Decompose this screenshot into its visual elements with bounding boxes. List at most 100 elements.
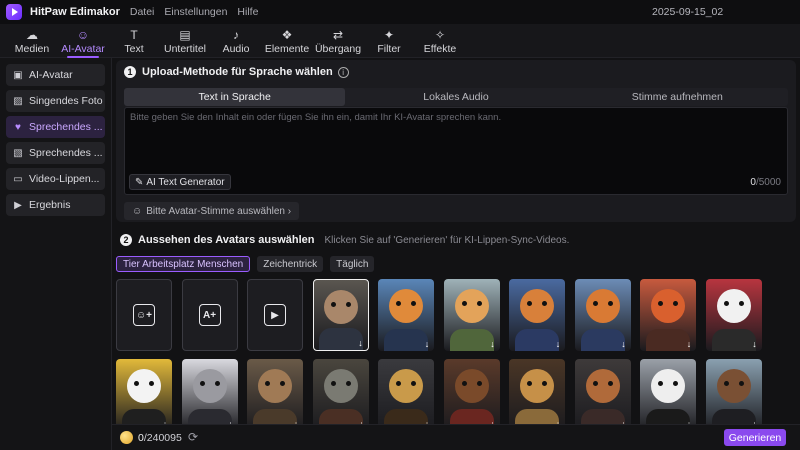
panda-yellow-avatar[interactable]: ↓ xyxy=(116,359,172,424)
select-voice-button[interactable]: ☺ Bitte Avatar-Stimme auswählen › xyxy=(124,202,300,220)
avatar-eyes xyxy=(461,381,482,386)
toolbar-tab-media[interactable]: ☁ Medien xyxy=(8,24,56,58)
sidebar-item-avatar[interactable]: ▣ AI-Avatar xyxy=(6,64,105,86)
ai-image-icon: A+ xyxy=(198,304,221,326)
bear-avatar[interactable]: ↓ xyxy=(443,359,500,424)
avatar-eyes xyxy=(330,381,351,386)
avatar-face xyxy=(454,289,489,323)
speech-text-box: ✎ AI Text Generator 0/5000 xyxy=(124,107,788,195)
download-icon[interactable]: ↓ xyxy=(356,338,366,348)
filter-chip[interactable]: Tier Arbeitsplatz Menschen xyxy=(116,256,251,272)
voice-icon: ☺ xyxy=(132,205,143,217)
upload-tile-ai-image[interactable]: A+ xyxy=(181,279,238,351)
sidebar-item-lipsync[interactable]: ▭ Video-Lippen... xyxy=(6,168,105,190)
avatar-face xyxy=(716,369,751,403)
sidebar-item-label: Ergebnis xyxy=(29,199,71,211)
toolbar-tab-label: Elemente xyxy=(264,42,310,55)
avatar-face xyxy=(389,289,423,323)
download-icon[interactable]: ↓ xyxy=(422,339,432,349)
toolbar-tab-label: Filter xyxy=(377,42,401,55)
speech-text-input[interactable] xyxy=(125,108,787,170)
download-icon[interactable]: ↓ xyxy=(488,339,498,349)
sidebar-item-talking[interactable]: ♥ Sprechendes ... xyxy=(6,116,105,138)
fox-avatar[interactable]: ↓ xyxy=(509,279,565,351)
upload-tile-video-avatar[interactable]: ▶ xyxy=(247,279,303,351)
avatar-eyes xyxy=(658,381,678,386)
filter-chip[interactable]: Zeichentrick xyxy=(257,256,324,272)
toolbar-tab-filter[interactable]: ✦ Filter xyxy=(365,24,413,58)
download-icon[interactable]: ↓ xyxy=(684,339,694,349)
video-avatar-icon: ▶ xyxy=(264,304,286,326)
character-counter: 0/5000 xyxy=(750,177,781,188)
magic-wand-icon: ✎ xyxy=(135,176,144,188)
avatar-face xyxy=(323,369,358,403)
menu-hilfe[interactable]: Hilfe xyxy=(237,6,258,18)
ginger-cat-avatar[interactable]: ↓ xyxy=(443,279,500,351)
toolbar-tab-label: Audio xyxy=(222,42,250,55)
avatar-face xyxy=(127,369,161,403)
elements-icon: ❖ xyxy=(281,27,293,42)
avatar-title: Aussehen des Avatars auswählen xyxy=(138,234,315,246)
raccoon-avatar[interactable]: ↓ xyxy=(181,359,238,424)
sidebar-item-photo[interactable]: ▨ Singendes Foto xyxy=(6,90,105,112)
toolbar-tab-label: AI-Avatar xyxy=(61,42,105,55)
avatar-eyes xyxy=(330,302,351,307)
orange-cat-avatar[interactable]: ↓ xyxy=(378,279,434,351)
avatar-eyes xyxy=(723,381,744,386)
step-number-2: 2 xyxy=(120,234,132,246)
fox-office-avatar[interactable]: ↓ xyxy=(574,279,631,351)
generate-button[interactable]: Generieren xyxy=(724,429,786,446)
toolbar-tab-text[interactable]: T Text xyxy=(110,24,158,58)
avatar-eyes xyxy=(396,381,416,386)
toolbar-tab-effects[interactable]: ✧ Effekte xyxy=(416,24,464,58)
wolf-avatar[interactable]: ↓ xyxy=(312,359,369,424)
avatar-eyes xyxy=(527,381,547,386)
toolbar-tab-label: Übergang xyxy=(314,42,362,55)
avatar-face xyxy=(585,289,620,323)
filter-icon: ✦ xyxy=(383,27,395,42)
ai-text-generator-button[interactable]: ✎ AI Text Generator xyxy=(129,174,231,190)
sunglasses-panda-avatar[interactable]: ↓ xyxy=(640,359,696,424)
toolbar-tab-transition[interactable]: ⇄ Übergang xyxy=(314,24,362,58)
red-fox-avatar[interactable]: ↓ xyxy=(640,279,696,351)
menu-einstellungen[interactable]: Einstellungen xyxy=(164,6,227,18)
toolbar-tab-ai-avatar[interactable]: ☺ AI-Avatar xyxy=(59,24,107,58)
menu-datei[interactable]: Datei xyxy=(130,6,155,18)
ai-avatar-icon: ☺ xyxy=(76,27,90,42)
upload-tile-portrait-upload[interactable]: ☺+ xyxy=(116,279,172,351)
upload-section-title: 1 Upload-Methode für Sprache wählen i xyxy=(124,66,349,78)
refresh-icon[interactable]: ⟳ xyxy=(188,430,198,444)
filter-chip[interactable]: Täglich xyxy=(330,256,375,272)
talking-icon: ♥ xyxy=(15,121,21,133)
select-voice-label: Bitte Avatar-Stimme auswählen › xyxy=(146,205,292,217)
avatar-eyes xyxy=(396,301,416,306)
download-icon[interactable]: ↓ xyxy=(553,339,563,349)
avatar-eyes xyxy=(134,381,154,386)
sidebar-item-result[interactable]: ▶ Ergebnis xyxy=(6,194,105,216)
avatar-face xyxy=(520,289,554,323)
toolbar-tab-subtitle[interactable]: ▤ Untertitel xyxy=(161,24,209,58)
lion-avatar[interactable]: ↓ xyxy=(509,359,565,424)
avatar-eyes xyxy=(592,381,613,386)
info-icon[interactable]: i xyxy=(337,66,349,78)
dog-avatar[interactable]: ↓ xyxy=(574,359,631,424)
tab-local-audio[interactable]: Lokales Audio xyxy=(345,88,566,106)
sidebar-item-label: Sprechendes ... xyxy=(29,147,103,159)
toolbar-tab-label: Medien xyxy=(14,42,50,55)
cat-avatar[interactable]: ↓ xyxy=(312,279,369,351)
leopard-avatar[interactable]: ↓ xyxy=(378,359,434,424)
app-title: HitPaw Edimakor xyxy=(30,6,120,18)
kangaroo-avatar[interactable]: ↓ xyxy=(247,359,303,424)
download-icon[interactable]: ↓ xyxy=(750,339,760,349)
tab-record-voice[interactable]: Stimme aufnehmen xyxy=(567,88,788,106)
toolbar-tab-elements[interactable]: ❖ Elemente xyxy=(263,24,311,58)
avatar-face xyxy=(258,369,292,403)
panda-avatar[interactable]: ↓ xyxy=(705,279,762,351)
upload-method-tabs: Text in Sprache Lokales Audio Stimme auf… xyxy=(124,88,788,106)
toolbar-tab-audio[interactable]: ♪ Audio xyxy=(212,24,260,58)
tab-text-to-speech[interactable]: Text in Sprache xyxy=(124,88,346,106)
download-icon[interactable]: ↓ xyxy=(619,339,629,349)
avatar-face xyxy=(323,290,358,324)
sidebar-item-talking-photo[interactable]: ▧ Sprechendes ... xyxy=(6,142,105,164)
beaver-avatar[interactable]: ↓ xyxy=(705,359,762,424)
